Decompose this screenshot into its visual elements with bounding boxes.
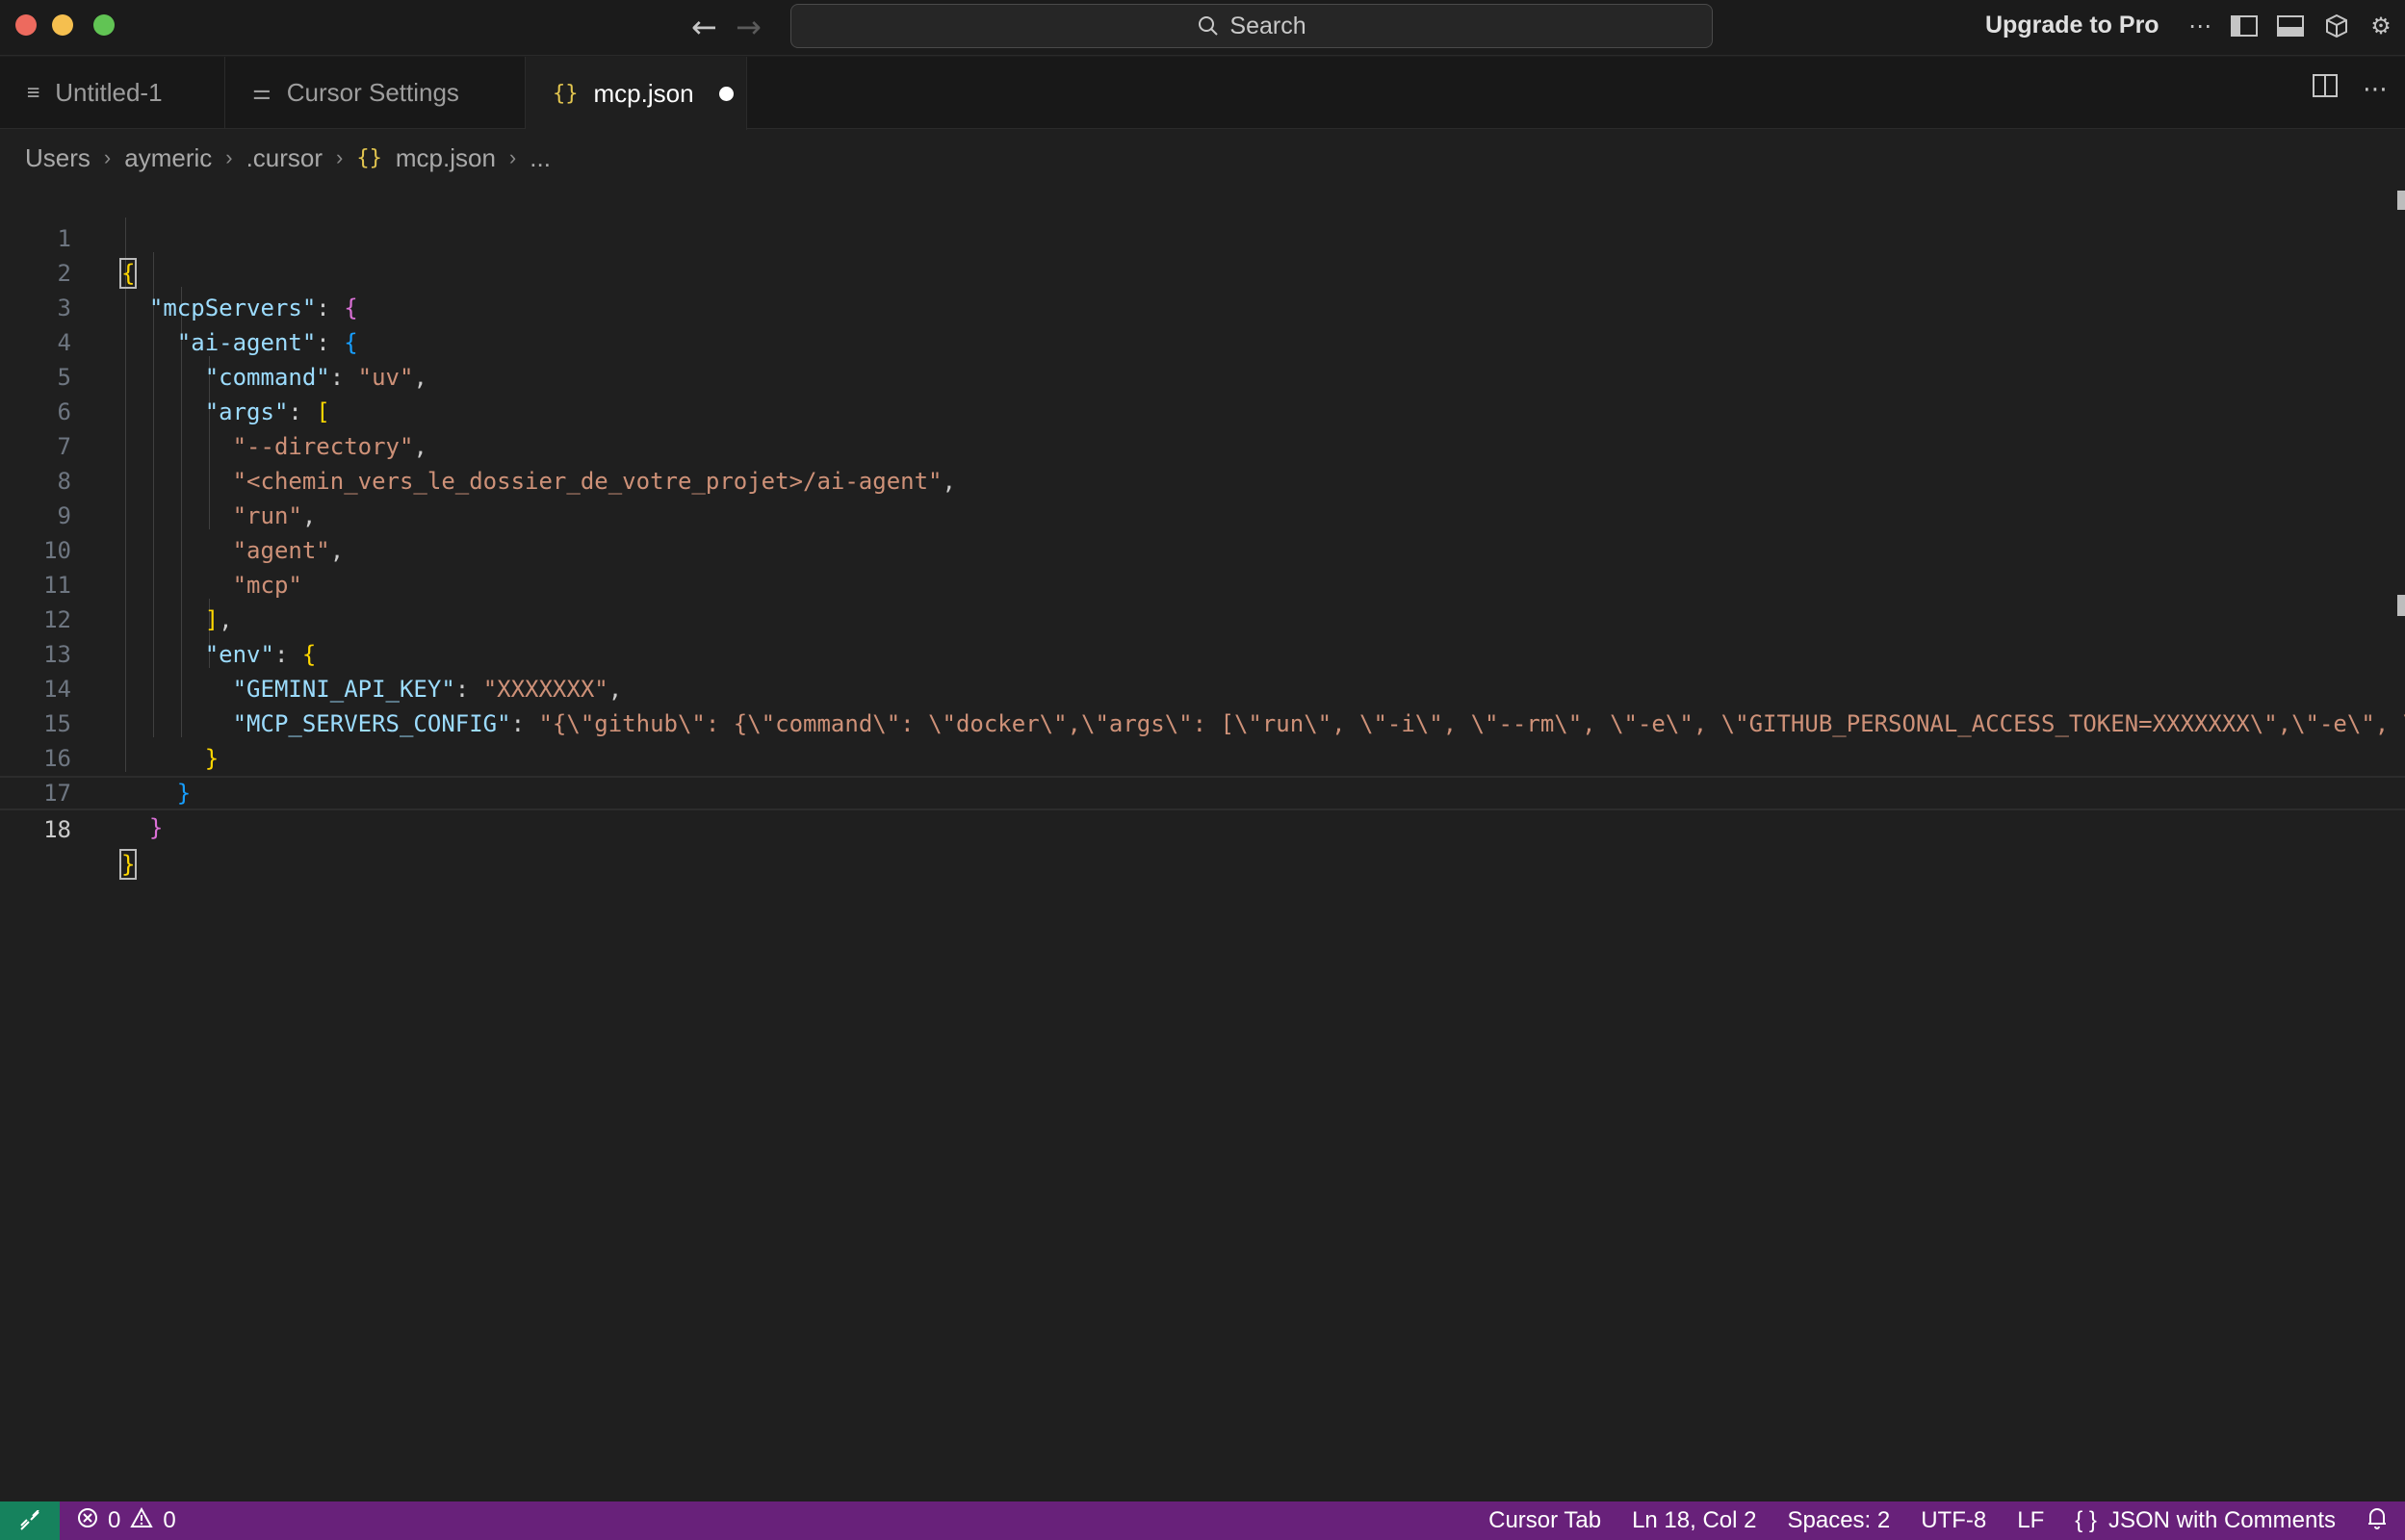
- code-line: 5 "args": [: [0, 325, 2405, 425]
- toggle-primary-sidebar-icon[interactable]: [2230, 12, 2259, 40]
- code-line: 2 "mcpServers": {: [0, 221, 2405, 321]
- toggle-panel-icon[interactable]: [2276, 12, 2305, 40]
- tab-cursor-settings[interactable]: ⚌ Cursor Settings: [225, 57, 526, 129]
- error-icon: [77, 1507, 98, 1535]
- code-line: 1 {: [0, 187, 2405, 289]
- back-arrow-icon[interactable]: ←: [691, 10, 717, 44]
- chevron-right-icon: ›: [336, 145, 344, 169]
- code-line: 6 "--directory",: [0, 360, 2405, 460]
- breadcrumb-item[interactable]: mcp.json: [396, 143, 496, 173]
- code-line: 15 }: [0, 672, 2405, 772]
- tab-label: Untitled-1: [55, 78, 163, 107]
- code-line: 14 "MCP_SERVERS_CONFIG": "{\"github\": {…: [0, 637, 2405, 737]
- code-line: 8 "run",: [0, 429, 2405, 529]
- tab-untitled-1[interactable]: ≡ Untitled-1: [0, 57, 225, 129]
- scrollbar-marker: [2397, 191, 2405, 210]
- command-center-search[interactable]: Search: [790, 4, 1713, 48]
- tab-label: mcp.json: [593, 78, 694, 108]
- remote-icon[interactable]: [0, 1502, 60, 1540]
- close-window-button[interactable]: [15, 14, 37, 36]
- code-line: 13 "GEMINI_API_KEY": "XXXXXXX",: [0, 603, 2405, 703]
- eol-status[interactable]: LF: [2017, 1507, 2044, 1534]
- code-line: 7 "<chemin_vers_le_dossier_de_votre_proj…: [0, 395, 2405, 495]
- chevron-right-icon: ›: [103, 145, 112, 169]
- split-editor-icon[interactable]: [2313, 74, 2338, 104]
- json-braces-icon: {}: [553, 81, 579, 106]
- tab-mcp-json[interactable]: {} mcp.json: [526, 57, 747, 130]
- status-bar: 0 0 Cursor Tab Ln 18, Col 2 Spaces: 2 UT…: [0, 1502, 2405, 1540]
- code-line: 17 }: [0, 741, 2405, 841]
- upgrade-to-pro-button[interactable]: Upgrade to Pro: [1985, 12, 2159, 39]
- encoding-status[interactable]: UTF-8: [1921, 1507, 1986, 1534]
- minimize-window-button[interactable]: [52, 14, 73, 36]
- problems-indicator[interactable]: 0 0: [77, 1506, 176, 1535]
- chevron-right-icon: ›: [508, 145, 517, 169]
- gear-icon[interactable]: ⚙: [2366, 12, 2395, 40]
- bell-icon[interactable]: [2366, 1506, 2388, 1536]
- warning-icon: [130, 1506, 154, 1535]
- code-line: 3 "ai-agent": {: [0, 256, 2405, 356]
- json-braces-icon: { }: [2075, 1507, 2097, 1533]
- language-mode[interactable]: { } JSON with Comments: [2075, 1507, 2336, 1534]
- code-line: 9 "agent",: [0, 464, 2405, 564]
- code-line: 12 "env": {: [0, 568, 2405, 668]
- unsaved-changes-dot[interactable]: [718, 86, 734, 101]
- warning-count: 0: [163, 1507, 176, 1533]
- tab-label: Cursor Settings: [286, 78, 459, 107]
- more-icon[interactable]: ⋯: [2185, 12, 2214, 40]
- code-line: 16 }: [0, 706, 2405, 807]
- code-line: 11 ],: [0, 533, 2405, 633]
- chevron-right-icon: ›: [225, 145, 233, 169]
- scrollbar-marker: [2397, 595, 2405, 616]
- more-actions-icon[interactable]: ⋯: [2363, 74, 2388, 104]
- cube-icon[interactable]: [2322, 12, 2351, 40]
- breadcrumb: Users › aymeric › .cursor › {} mcp.json …: [25, 141, 551, 175]
- breadcrumb-item[interactable]: ...: [530, 143, 551, 173]
- editor-tab-bar: ≡ Untitled-1 ⚌ Cursor Settings {} mcp.js…: [0, 57, 2405, 130]
- cursor-tab-status[interactable]: Cursor Tab: [1488, 1507, 1601, 1534]
- breadcrumb-item[interactable]: .cursor: [246, 143, 323, 173]
- error-count: 0: [108, 1507, 121, 1533]
- settings-sliders-icon: ⚌: [252, 81, 272, 105]
- language-label: JSON with Comments: [2108, 1507, 2336, 1533]
- bracket-close: }: [118, 849, 138, 880]
- breadcrumb-item[interactable]: Users: [25, 143, 91, 173]
- json-braces-icon: {}: [356, 145, 382, 170]
- line-number: 18: [43, 816, 71, 843]
- maximize-window-button[interactable]: [93, 14, 115, 36]
- code-line: 4 "command": "uv",: [0, 291, 2405, 391]
- cursor-position[interactable]: Ln 18, Col 2: [1632, 1507, 1756, 1534]
- breadcrumb-item[interactable]: aymeric: [124, 143, 212, 173]
- current-code-line: 18 }: [0, 776, 2405, 880]
- search-placeholder: Search: [1229, 12, 1306, 39]
- forward-arrow-icon[interactable]: →: [736, 10, 762, 44]
- search-icon: [1199, 16, 1219, 36]
- indentation-status[interactable]: Spaces: 2: [1787, 1507, 1890, 1534]
- file-lines-icon: ≡: [27, 81, 40, 105]
- code-line: 10 "mcp": [0, 499, 2405, 599]
- title-bar: ← → Search Upgrade to Pro ⋯ ⚙: [0, 0, 2405, 56]
- code-editor[interactable]: 1 { 2 "mcpServers": { 3 "ai-agent": { 4 …: [0, 187, 2405, 1502]
